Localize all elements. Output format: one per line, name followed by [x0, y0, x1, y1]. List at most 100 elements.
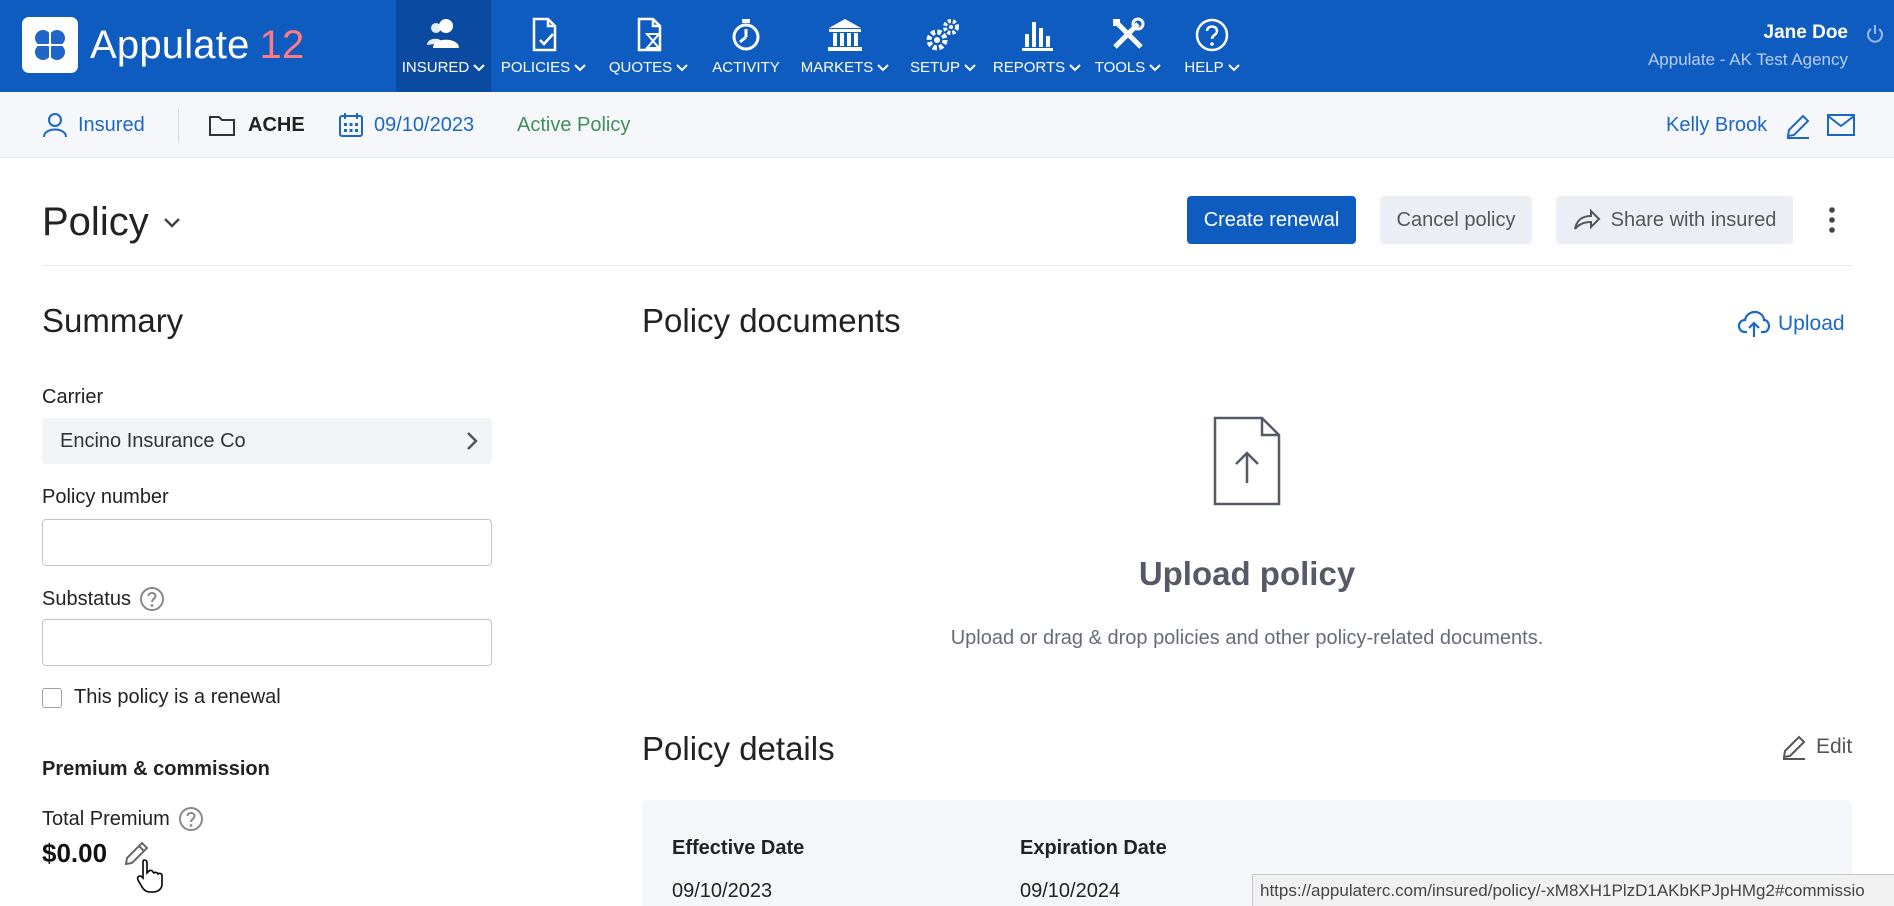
nav-insured-label: INSURED [401, 59, 470, 76]
hand-cursor-icon [136, 859, 163, 893]
edit-details-link[interactable]: Edit [1780, 733, 1852, 761]
premium-commission-heading: Premium & commission [42, 758, 270, 780]
bank-icon [828, 19, 862, 51]
chevron-down-icon [163, 217, 180, 228]
more-options-icon[interactable] [1822, 202, 1842, 238]
header-divider [42, 265, 1852, 266]
quote-hourglass-icon [637, 17, 661, 52]
renewal-checkbox[interactable] [42, 687, 62, 708]
policy-date[interactable]: 09/10/2023 [338, 92, 474, 158]
nav-setup[interactable]: SETUP [899, 0, 987, 92]
insured-folder-label: ACHE [248, 113, 305, 136]
create-renewal-button[interactable]: Create renewal [1187, 196, 1356, 244]
page-title-dropdown[interactable]: Policy [42, 200, 181, 245]
nav-tools-label: TOOLS [1094, 59, 1146, 76]
nav-markets-label: MARKETS [800, 59, 874, 76]
nav-quotes[interactable]: QUOTES [596, 0, 701, 92]
help-icon[interactable] [139, 586, 165, 612]
carrier-value: Encino Insurance Co [60, 429, 246, 452]
bar-chart-icon [1022, 22, 1053, 51]
carrier-selector[interactable]: Encino Insurance Co [42, 418, 492, 464]
edit-agent-icon[interactable] [1784, 112, 1812, 140]
nav-activity-label: ACTIVITY [712, 59, 780, 76]
nav-policies[interactable]: POLICIES [491, 0, 596, 92]
nav-reports[interactable]: REPORTS [987, 0, 1087, 92]
policy-number-label: Policy number [42, 486, 169, 508]
chevron-down-icon [473, 63, 485, 71]
nav-markets[interactable]: MARKETS [791, 0, 899, 92]
nav-reports-label: REPORTS [992, 59, 1066, 76]
share-with-insured-button[interactable]: Share with insured [1556, 196, 1793, 244]
calendar-icon [339, 113, 363, 137]
nav-insured[interactable]: INSURED [396, 0, 491, 92]
policy-number-field[interactable] [42, 519, 492, 566]
insured-link[interactable]: Insured [42, 92, 145, 158]
app-name-text: Appulate [90, 22, 250, 67]
effective-date-value: 09/10/2023 [672, 880, 773, 902]
edit-pencil-icon [1782, 735, 1806, 760]
share-arrow-icon [1573, 209, 1601, 230]
page-title: Policy [42, 200, 149, 244]
folder-icon [209, 116, 235, 136]
upload-link[interactable]: Upload [1738, 310, 1845, 338]
policy-documents-heading: Policy documents [642, 302, 901, 339]
power-icon[interactable] [1866, 24, 1884, 44]
tools-icon [1113, 17, 1145, 49]
total-premium-label: Total Premium [42, 807, 170, 830]
total-premium-value: $0.00 [42, 838, 108, 868]
top-navigation-bar: Appulate 12 INSURED POLICIES QUOTES ACTI… [0, 0, 1894, 92]
substatus-label-row: Substatus [42, 586, 165, 612]
nav-help-label: HELP [1184, 59, 1224, 76]
app-logo[interactable]: Appulate 12 [22, 17, 304, 73]
upload-link-label: Upload [1778, 312, 1845, 335]
policy-date-value: 09/10/2023 [374, 113, 475, 136]
cancel-policy-button[interactable]: Cancel policy [1380, 196, 1532, 244]
total-premium-label-row: Total Premium [42, 806, 204, 832]
carrier-label: Carrier [42, 386, 104, 408]
effective-date-label: Effective Date [672, 837, 805, 859]
upload-policy-description: Upload or drag & drop policies and other… [950, 627, 1544, 649]
mail-icon[interactable] [1826, 113, 1856, 137]
browser-status-url: https://appulaterc.com/insured/policy/-x… [1252, 874, 1894, 906]
renewal-checkbox-label: This policy is a renewal [74, 686, 281, 708]
nav-help[interactable]: HELP [1169, 0, 1255, 92]
user-icon [43, 113, 67, 138]
expiration-date-label: Expiration Date [1020, 837, 1167, 859]
chevron-down-icon [1069, 63, 1081, 71]
agent-link[interactable]: Kelly Brook [1666, 92, 1767, 158]
nav-activity[interactable]: ACTIVITY [701, 0, 791, 92]
nav-policies-label: POLICIES [500, 59, 571, 76]
app-version: 12 [259, 22, 305, 67]
users-icon [426, 19, 459, 48]
total-premium-row: $0.00 [42, 838, 151, 869]
substatus-field[interactable] [42, 619, 492, 666]
nav-quotes-label: QUOTES [608, 59, 673, 76]
chevron-right-icon [467, 432, 478, 450]
help-circle-icon [1195, 18, 1229, 52]
upload-policy-title: Upload policy [1138, 555, 1356, 592]
app-name: Appulate 12 [90, 23, 304, 68]
context-bar: Insured ACHE 09/10/2023 Active Policy Ke… [0, 92, 1894, 158]
help-icon[interactable] [178, 806, 204, 832]
chevron-down-icon [877, 63, 889, 71]
nav-setup-label: SETUP [909, 59, 960, 76]
file-upload-icon[interactable] [1212, 415, 1282, 507]
chevron-down-icon [1227, 63, 1240, 71]
policy-details-heading: Policy details [642, 730, 835, 767]
renewal-checkbox-row[interactable]: This policy is a renewal [42, 686, 281, 709]
chevron-down-icon [1149, 63, 1161, 71]
user-menu[interactable]: Jane Doe Appulate - AK Test Agency [1648, 22, 1848, 70]
user-name: Jane Doe [1763, 22, 1848, 43]
expiration-date-value: 09/10/2024 [1020, 880, 1121, 902]
main-nav: INSURED POLICIES QUOTES ACTIVITY MARKETS… [396, 0, 1255, 92]
nav-tools[interactable]: TOOLS [1087, 0, 1169, 92]
summary-heading: Summary [42, 302, 184, 339]
user-agency: Appulate - AK Test Agency [1647, 50, 1848, 69]
chevron-down-icon [574, 63, 586, 71]
insured-folder[interactable]: ACHE [208, 92, 305, 158]
policy-status-label: Active Policy [517, 113, 631, 136]
policy-document-icon [532, 17, 556, 52]
stopwatch-icon [732, 19, 760, 51]
gears-icon [926, 19, 959, 51]
cloud-upload-icon [1738, 310, 1770, 337]
